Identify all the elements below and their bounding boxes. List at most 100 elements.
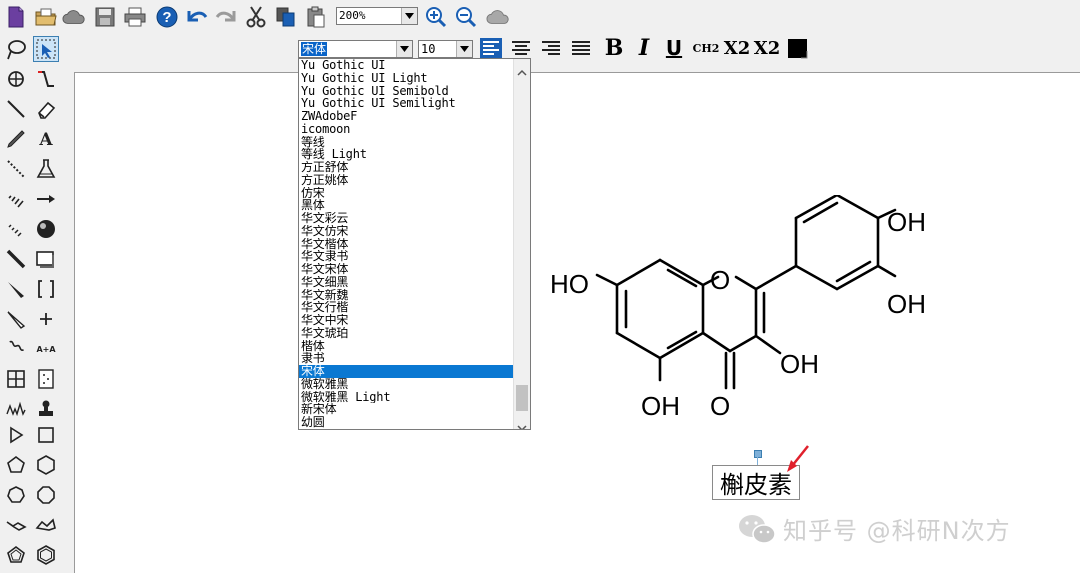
font-option[interactable]: ZWAdobeF bbox=[299, 110, 514, 123]
redo-icon[interactable] bbox=[214, 5, 238, 29]
wedge-bond-tool[interactable] bbox=[3, 126, 29, 152]
lasso-tool[interactable] bbox=[3, 36, 29, 62]
align-center-button[interactable] bbox=[509, 36, 533, 60]
chemical-formula-button[interactable]: CH2 bbox=[692, 36, 720, 60]
chevron-down-icon[interactable] bbox=[396, 41, 412, 57]
font-option[interactable]: 黑体 bbox=[299, 199, 514, 212]
font-option[interactable]: icomoon bbox=[299, 123, 514, 136]
font-option[interactable]: 等线 bbox=[299, 136, 514, 149]
zoom-in-icon[interactable] bbox=[424, 5, 448, 29]
font-size-select[interactable]: 10 bbox=[418, 40, 473, 58]
benzene-tool[interactable] bbox=[33, 542, 59, 568]
font-option[interactable]: 新宋体 bbox=[299, 403, 514, 416]
select-tool[interactable] bbox=[33, 36, 59, 62]
heptagon-tool[interactable] bbox=[3, 482, 29, 508]
new-document-icon[interactable] bbox=[4, 5, 28, 29]
arrow-tool[interactable] bbox=[33, 186, 59, 212]
eraser-tool[interactable] bbox=[33, 96, 59, 122]
octagon-tool[interactable] bbox=[33, 482, 59, 508]
font-option[interactable]: 微软雅黑 bbox=[299, 378, 514, 391]
resize-handle[interactable] bbox=[754, 450, 762, 458]
cloud-gray-icon[interactable] bbox=[486, 5, 510, 29]
wedge-solid-tool[interactable] bbox=[3, 276, 29, 302]
dropdown-scrollbar[interactable] bbox=[513, 59, 530, 429]
font-option[interactable]: Yu Gothic UI Light bbox=[299, 72, 514, 85]
tlc-tool[interactable] bbox=[33, 366, 59, 392]
cloud-icon[interactable] bbox=[62, 5, 86, 29]
font-option[interactable]: 华文宋体 bbox=[299, 263, 514, 276]
chevron-up-icon[interactable] bbox=[517, 61, 527, 80]
pentagon-tool[interactable] bbox=[3, 452, 29, 478]
font-option[interactable]: 楷体 bbox=[299, 340, 514, 353]
font-option[interactable]: 微软雅黑 Light bbox=[299, 391, 514, 404]
open-folder-icon[interactable] bbox=[34, 5, 58, 29]
wavy-bond-tool[interactable] bbox=[3, 336, 29, 362]
font-option[interactable]: 华文彩云 bbox=[299, 212, 514, 225]
undo-icon[interactable] bbox=[185, 5, 209, 29]
dashed-bond-tool[interactable] bbox=[3, 156, 29, 182]
cut-icon[interactable] bbox=[244, 5, 268, 29]
orbital-tool[interactable] bbox=[33, 216, 59, 242]
bold-bond-tool[interactable] bbox=[3, 246, 29, 272]
font-option[interactable]: Yu Gothic UI bbox=[299, 59, 514, 72]
bold-button[interactable]: B bbox=[602, 35, 626, 61]
chevron-down-icon[interactable] bbox=[517, 417, 527, 429]
text-tool[interactable]: A bbox=[33, 126, 59, 152]
font-option[interactable]: 华文琥珀 bbox=[299, 327, 514, 340]
chevron-down-icon[interactable] bbox=[401, 8, 417, 24]
copy-icon[interactable] bbox=[274, 5, 298, 29]
chain-tool[interactable] bbox=[33, 66, 59, 92]
underline-button[interactable]: U bbox=[662, 36, 686, 60]
paste-icon[interactable] bbox=[304, 5, 328, 29]
font-option[interactable]: Yu Gothic UI Semibold bbox=[299, 85, 514, 98]
hollow-wedge-tool[interactable] bbox=[3, 306, 29, 332]
font-family-select[interactable]: 宋体 bbox=[298, 40, 413, 58]
font-option[interactable]: Yu Gothic UI Semilight bbox=[299, 97, 514, 110]
scrollbar-thumb[interactable] bbox=[516, 385, 528, 411]
bracket-tool[interactable] bbox=[33, 276, 59, 302]
subscript-button[interactable]: X2 bbox=[724, 36, 751, 60]
template-tool[interactable] bbox=[33, 156, 59, 182]
justify-button[interactable] bbox=[569, 36, 593, 60]
rotate-tool[interactable] bbox=[3, 66, 29, 92]
font-option[interactable]: 宋体 bbox=[299, 365, 514, 378]
single-bond-tool[interactable] bbox=[3, 96, 29, 122]
font-option[interactable]: 等线 Light bbox=[299, 148, 514, 161]
save-icon[interactable] bbox=[93, 5, 117, 29]
square-tool[interactable] bbox=[33, 422, 59, 448]
atom-map-tool[interactable]: A+A bbox=[33, 336, 59, 362]
chevron-down-icon[interactable] bbox=[456, 41, 472, 57]
print-icon[interactable] bbox=[123, 5, 147, 29]
font-option[interactable]: 仿宋 bbox=[299, 187, 514, 200]
italic-button[interactable]: I bbox=[632, 35, 656, 61]
cyclopentadiene-tool[interactable] bbox=[3, 542, 29, 568]
font-dropdown-list[interactable]: Yu Gothic UI Yu Gothic UI Light Yu Gothic … bbox=[298, 58, 531, 430]
font-option[interactable]: 方正舒体 bbox=[299, 161, 514, 174]
help-icon[interactable]: ? bbox=[155, 5, 179, 29]
align-left-button[interactable] bbox=[479, 36, 503, 60]
font-option[interactable]: 华文中宋 bbox=[299, 314, 514, 327]
font-option[interactable]: 华文行楷 bbox=[299, 301, 514, 314]
font-option[interactable]: 方正姚体 bbox=[299, 174, 514, 187]
font-option[interactable]: 隶书 bbox=[299, 352, 514, 365]
hash-bond-tool[interactable] bbox=[3, 186, 29, 212]
chair-tool[interactable] bbox=[3, 512, 29, 538]
charge-tool[interactable] bbox=[33, 306, 59, 332]
text-color-button[interactable] bbox=[786, 36, 810, 60]
zoom-out-icon[interactable] bbox=[454, 5, 478, 29]
dashed-hash-tool[interactable] bbox=[3, 216, 29, 242]
font-option[interactable]: 华文新魏 bbox=[299, 289, 514, 302]
triangle-tool[interactable] bbox=[3, 422, 29, 448]
font-option[interactable]: 幼圆 bbox=[299, 416, 514, 429]
font-option[interactable]: 华文楷体 bbox=[299, 238, 514, 251]
spectrum-tool[interactable] bbox=[3, 396, 29, 422]
zoom-select[interactable]: 200% bbox=[336, 7, 418, 25]
stamp-tool[interactable] bbox=[33, 396, 59, 422]
shape-tool[interactable] bbox=[33, 246, 59, 272]
font-option[interactable]: 华文细黑 bbox=[299, 276, 514, 289]
superscript-button[interactable]: X2 bbox=[754, 36, 781, 60]
font-option[interactable]: 华文仿宋 bbox=[299, 225, 514, 238]
table-tool[interactable] bbox=[3, 366, 29, 392]
chair-alt-tool[interactable] bbox=[33, 512, 59, 538]
align-right-button[interactable] bbox=[539, 36, 563, 60]
